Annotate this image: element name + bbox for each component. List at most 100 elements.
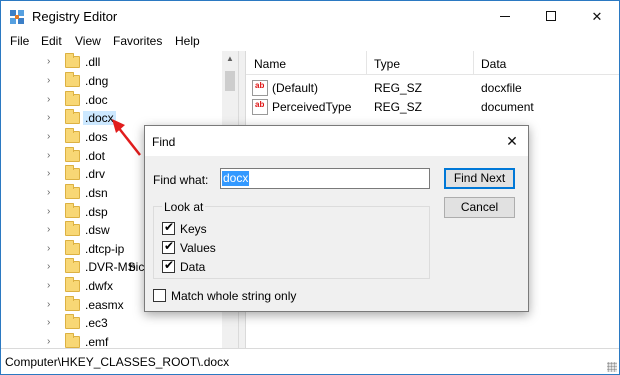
string-value-icon: ab bbox=[252, 99, 268, 115]
folder-icon bbox=[65, 184, 80, 199]
dialog-close-button[interactable]: ✕ bbox=[497, 129, 527, 153]
folder-icon bbox=[65, 296, 80, 311]
checkmark-icon: ✔ bbox=[164, 258, 175, 272]
find-what-input[interactable] bbox=[220, 168, 430, 189]
tree-item-label: .dsp bbox=[85, 205, 108, 219]
tree-item-label: .docx bbox=[83, 111, 116, 125]
values-checkbox[interactable]: ✔ bbox=[162, 239, 175, 254]
menu-file[interactable]: File bbox=[10, 34, 29, 48]
chevron-right-icon[interactable]: › bbox=[47, 150, 57, 162]
checkmark-icon: ✔ bbox=[164, 220, 175, 234]
value-name: (Default) bbox=[272, 81, 319, 95]
registry-icon bbox=[10, 10, 24, 24]
tree-item[interactable]: › .emf bbox=[1, 333, 222, 348]
status-bar: Computer\HKEY_CLASSES_ROOT\.docx bbox=[1, 348, 619, 374]
column-divider[interactable] bbox=[473, 51, 474, 75]
tree-item-label: .dng bbox=[85, 74, 109, 88]
tree-item-label: .dtcp-ip bbox=[85, 242, 125, 256]
chevron-right-icon[interactable]: › bbox=[47, 94, 57, 106]
chevron-right-icon[interactable]: › bbox=[47, 280, 57, 292]
folder-icon bbox=[65, 53, 80, 68]
find-what-label: Find what: bbox=[153, 173, 209, 187]
resize-grip-icon[interactable] bbox=[607, 362, 617, 372]
list-item[interactable]: ab (Default) REG_SZ docxfile bbox=[246, 79, 619, 98]
close-icon: ✕ bbox=[591, 9, 603, 24]
status-path: Computer\HKEY_CLASSES_ROOT\.docx bbox=[5, 355, 230, 369]
column-header-name[interactable]: Name bbox=[254, 57, 286, 71]
value-type: REG_SZ bbox=[374, 100, 423, 114]
tree-item-label: .doc bbox=[85, 93, 108, 107]
data-checkbox-label[interactable]: Data bbox=[180, 260, 205, 274]
chevron-right-icon[interactable]: › bbox=[47, 75, 57, 87]
values-checkbox-label[interactable]: Values bbox=[180, 241, 216, 255]
match-whole-checkbox-label[interactable]: Match whole string only bbox=[171, 289, 296, 303]
chevron-right-icon[interactable]: › bbox=[47, 56, 57, 68]
tree-item-label: .dwfx bbox=[85, 279, 114, 293]
data-checkbox[interactable]: ✔ bbox=[162, 258, 175, 273]
chevron-right-icon[interactable]: › bbox=[47, 131, 57, 143]
tree-item[interactable]: › .dng bbox=[1, 72, 222, 91]
folder-icon bbox=[65, 314, 80, 329]
minimize-icon bbox=[500, 16, 510, 17]
value-data: docxfile bbox=[481, 81, 522, 95]
column-header-data[interactable]: Data bbox=[481, 57, 506, 71]
cancel-button[interactable]: Cancel bbox=[444, 197, 515, 218]
maximize-button[interactable] bbox=[528, 1, 574, 32]
menu-bar: File Edit View Favorites Help bbox=[1, 32, 619, 51]
scroll-up-arrow-icon[interactable]: ▲ bbox=[222, 51, 238, 67]
tree-item-label: .drv bbox=[85, 167, 106, 181]
menu-favorites[interactable]: Favorites bbox=[113, 34, 162, 48]
tree-item[interactable]: › .dll bbox=[1, 53, 222, 72]
dialog-title-bar[interactable]: Find ✕ bbox=[145, 126, 528, 156]
chevron-right-icon[interactable]: › bbox=[47, 206, 57, 218]
chevron-right-icon[interactable]: › bbox=[47, 168, 57, 180]
folder-icon bbox=[65, 72, 80, 87]
chevron-right-icon[interactable]: › bbox=[47, 243, 57, 255]
close-icon: ✕ bbox=[506, 133, 518, 149]
tree-item[interactable]: › .doc bbox=[1, 91, 222, 110]
chevron-right-icon[interactable]: › bbox=[47, 261, 57, 273]
folder-icon bbox=[65, 165, 80, 180]
maximize-icon bbox=[546, 11, 556, 21]
chevron-right-icon[interactable]: › bbox=[47, 336, 57, 348]
chevron-right-icon[interactable]: › bbox=[47, 317, 57, 329]
find-next-button[interactable]: Find Next bbox=[444, 168, 515, 189]
look-at-label: Look at bbox=[162, 200, 206, 214]
window-title: Registry Editor bbox=[32, 9, 118, 24]
close-button[interactable]: ✕ bbox=[574, 1, 619, 32]
value-data: document bbox=[481, 100, 534, 114]
tree-item-label: .dll bbox=[85, 55, 101, 69]
keys-checkbox-label[interactable]: Keys bbox=[180, 222, 207, 236]
menu-view[interactable]: View bbox=[75, 34, 101, 48]
menu-help[interactable]: Help bbox=[175, 34, 200, 48]
chevron-right-icon[interactable]: › bbox=[47, 224, 57, 236]
list-header: Name Type Data bbox=[246, 51, 619, 75]
tree-item-label: .dsw bbox=[85, 223, 110, 237]
menu-edit[interactable]: Edit bbox=[41, 34, 62, 48]
minimize-button[interactable] bbox=[482, 1, 528, 32]
folder-icon bbox=[65, 333, 80, 348]
tree-item-label: .easmx bbox=[85, 298, 124, 312]
tree-item-label: .dos bbox=[85, 130, 108, 144]
scroll-thumb[interactable] bbox=[225, 71, 235, 91]
column-divider[interactable] bbox=[366, 51, 367, 75]
find-dialog: Find ✕ Find what: docx Find Next Cancel … bbox=[144, 125, 529, 312]
tree-item[interactable]: › .ec3 bbox=[1, 314, 222, 333]
chevron-right-icon[interactable]: › bbox=[47, 299, 57, 311]
tree-item-label: .dsn bbox=[85, 186, 108, 200]
list-item[interactable]: ab PerceivedType REG_SZ document bbox=[246, 98, 619, 117]
tree-item-label: .dot bbox=[85, 149, 106, 163]
checkmark-icon: ✔ bbox=[164, 239, 175, 253]
title-bar[interactable]: Registry Editor ✕ bbox=[1, 1, 619, 32]
folder-icon bbox=[65, 240, 80, 255]
match-whole-checkbox[interactable] bbox=[153, 289, 166, 302]
tree-item-overflow-text: bic bbox=[129, 260, 145, 274]
value-type: REG_SZ bbox=[374, 81, 423, 95]
folder-icon bbox=[65, 128, 80, 143]
column-header-type[interactable]: Type bbox=[374, 57, 400, 71]
tree-item-label: .emf bbox=[85, 335, 109, 348]
keys-checkbox[interactable]: ✔ bbox=[162, 220, 175, 235]
chevron-right-icon[interactable]: › bbox=[47, 187, 57, 199]
chevron-right-icon[interactable]: › bbox=[47, 112, 57, 124]
dialog-title: Find bbox=[152, 135, 176, 149]
